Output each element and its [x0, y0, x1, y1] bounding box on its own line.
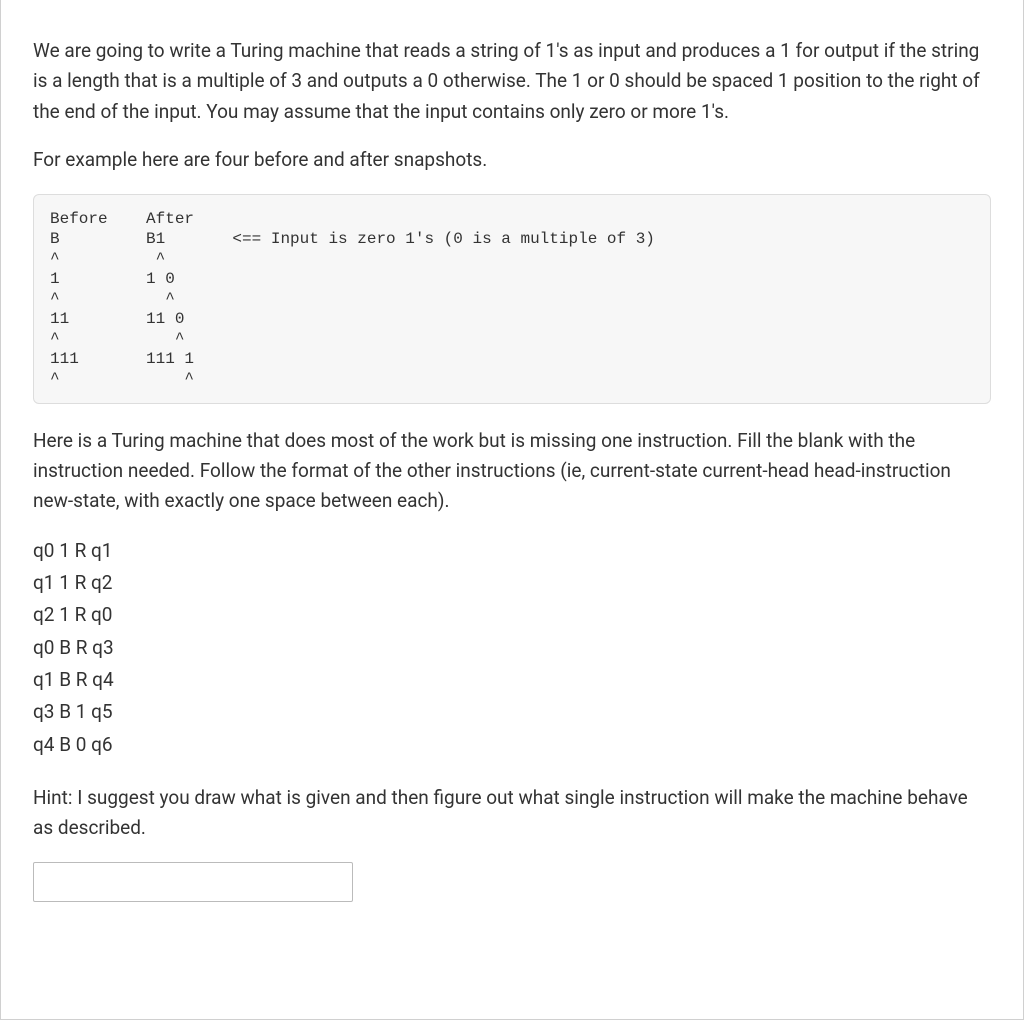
mid-paragraph: Here is a Turing machine that does most …	[33, 426, 991, 517]
answer-input[interactable]	[33, 862, 353, 902]
instruction-line: q1 1 R q2	[33, 567, 991, 599]
intro-paragraph-2: For example here are four before and aft…	[33, 145, 991, 175]
hint-paragraph: Hint: I suggest you draw what is given a…	[33, 783, 991, 844]
instruction-line: q4 B 0 q6	[33, 729, 991, 761]
instruction-line: q0 B R q3	[33, 632, 991, 664]
instruction-line: q2 1 R q0	[33, 599, 991, 631]
intro-paragraph-1: We are going to write a Turing machine t…	[33, 36, 991, 127]
question-content: We are going to write a Turing machine t…	[1, 0, 1023, 926]
instruction-line: q1 B R q4	[33, 664, 991, 696]
turing-instructions: q0 1 R q1 q1 1 R q2 q2 1 R q0 q0 B R q3 …	[33, 535, 991, 761]
instruction-line: q0 1 R q1	[33, 535, 991, 567]
question-container: We are going to write a Turing machine t…	[0, 0, 1024, 1020]
instruction-line: q3 B 1 q5	[33, 696, 991, 728]
example-code-block: Before After B B1 <== Input is zero 1's …	[33, 194, 991, 404]
